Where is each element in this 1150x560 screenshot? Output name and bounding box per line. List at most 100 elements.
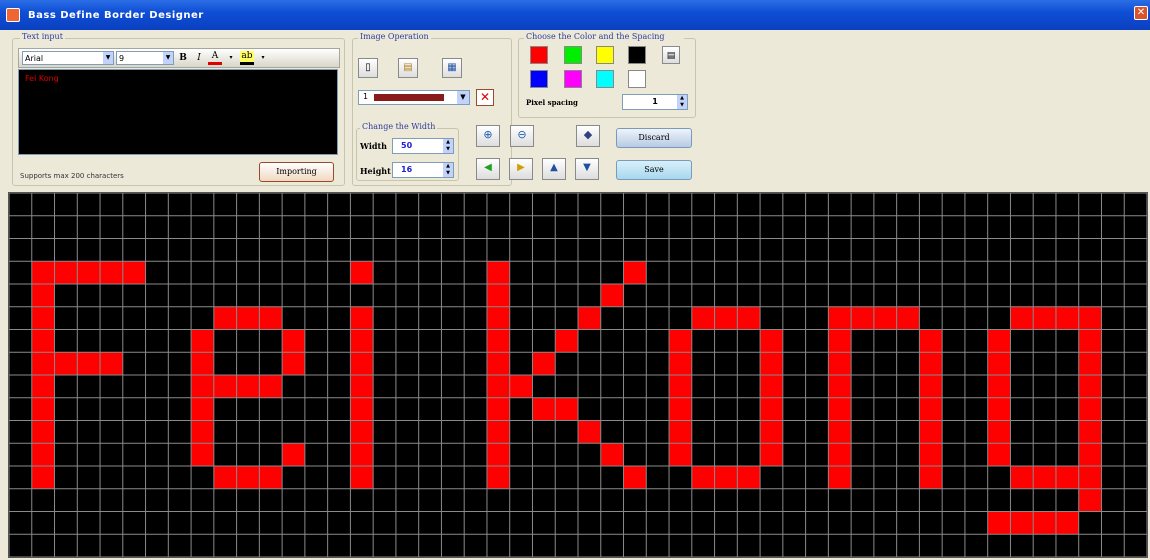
led-pixel-on[interactable] <box>191 329 214 353</box>
led-pixel-on[interactable] <box>828 443 852 466</box>
led-pixel-on[interactable] <box>578 306 601 330</box>
led-pixel-on[interactable] <box>714 466 738 489</box>
led-pixel-on[interactable] <box>350 397 374 421</box>
led-pixel-on[interactable] <box>623 261 647 284</box>
italic-icon[interactable]: I <box>192 51 206 65</box>
led-pixel-on[interactable] <box>350 420 374 444</box>
text-input-area[interactable]: Fei Kong <box>18 69 338 155</box>
bold-icon[interactable]: B <box>176 51 190 65</box>
led-pixel-on[interactable] <box>54 352 78 375</box>
led-pixel-on[interactable] <box>1033 306 1056 330</box>
led-pixel-on[interactable] <box>919 329 943 353</box>
width-spinner[interactable]: 50 ▲ ▼ <box>392 138 454 154</box>
font-size-select[interactable]: 9 ▼ <box>116 51 174 65</box>
led-pixel-on[interactable] <box>1055 511 1079 535</box>
led-pixel-on[interactable] <box>919 466 943 489</box>
led-pixel-on[interactable] <box>350 306 374 330</box>
led-pixel-on[interactable] <box>1055 306 1079 330</box>
spinner-arrows-icon[interactable]: ▲ ▼ <box>443 163 453 177</box>
led-pixel-on[interactable] <box>282 443 305 466</box>
led-pixel-on[interactable] <box>1078 443 1102 466</box>
led-pixel-on[interactable] <box>669 420 692 444</box>
led-pixel-on[interactable] <box>1010 306 1034 330</box>
led-pixel-on[interactable] <box>213 306 237 330</box>
led-pixel-on[interactable] <box>760 443 783 466</box>
led-pixel-on[interactable] <box>486 352 510 375</box>
arrow-down-icon[interactable]: ▼ <box>575 158 599 180</box>
led-pixel-on[interactable] <box>1033 466 1056 489</box>
led-pixel-on[interactable] <box>760 329 783 353</box>
led-pixel-on[interactable] <box>760 420 783 444</box>
height-spinner[interactable]: 16 ▲ ▼ <box>392 162 454 178</box>
spinner-arrows-icon[interactable]: ▲ ▼ <box>443 139 453 153</box>
delete-image-icon[interactable]: ✕ <box>476 89 494 106</box>
image-select[interactable]: 1 ▼ <box>358 90 470 105</box>
pixel-spacing-spinner[interactable]: 1 ▲ ▼ <box>622 94 688 110</box>
led-pixel-on[interactable] <box>1078 352 1102 375</box>
arrow-left-icon[interactable]: ◀ <box>476 158 500 180</box>
color-swatch-magenta[interactable] <box>564 70 582 88</box>
led-pixel-on[interactable] <box>669 443 692 466</box>
led-pixel-on[interactable] <box>31 466 55 489</box>
led-pixel-on[interactable] <box>486 397 510 421</box>
led-pixel-on[interactable] <box>31 261 55 284</box>
led-pixel-on[interactable] <box>669 375 692 398</box>
led-pixel-on[interactable] <box>191 352 214 375</box>
font-select[interactable]: Arial ▼ <box>22 51 114 65</box>
led-pixel-on[interactable] <box>282 352 305 375</box>
led-pixel-on[interactable] <box>691 466 715 489</box>
led-pixel-on[interactable] <box>600 284 624 307</box>
led-pixel-on[interactable] <box>259 306 283 330</box>
led-pixel-on[interactable] <box>77 261 101 284</box>
led-pixel-on[interactable] <box>919 420 943 444</box>
led-pixel-on[interactable] <box>873 306 897 330</box>
led-pixel-on[interactable] <box>100 261 123 284</box>
led-pixel-on[interactable] <box>350 261 374 284</box>
led-pixel-on[interactable] <box>213 466 237 489</box>
clear-eraser-icon[interactable]: ◆ <box>576 125 600 147</box>
color-swatch-green[interactable] <box>564 46 582 64</box>
led-pixel-on[interactable] <box>31 397 55 421</box>
led-pixel-on[interactable] <box>987 511 1011 535</box>
color-swatch-black[interactable] <box>628 46 646 64</box>
led-pixel-on[interactable] <box>282 329 305 353</box>
led-pixel-on[interactable] <box>1078 488 1102 512</box>
led-pixel-on[interactable] <box>191 375 214 398</box>
led-pixel-on[interactable] <box>236 375 260 398</box>
led-pixel-on[interactable] <box>987 329 1011 353</box>
led-pixel-on[interactable] <box>987 420 1011 444</box>
spinner-arrows-icon[interactable]: ▲ ▼ <box>677 95 687 109</box>
arrow-up-icon[interactable]: ▲ <box>542 158 566 180</box>
led-pixel-on[interactable] <box>669 352 692 375</box>
led-pixel-on[interactable] <box>122 261 146 284</box>
led-pixel-on[interactable] <box>532 397 556 421</box>
save-button[interactable]: Save <box>616 160 692 180</box>
led-pixel-on[interactable] <box>691 306 715 330</box>
led-pixel-on[interactable] <box>213 375 237 398</box>
led-pixel-on[interactable] <box>1078 329 1102 353</box>
close-button[interactable]: ✕ <box>1134 6 1148 20</box>
led-pixel-on[interactable] <box>509 375 533 398</box>
led-pixel-on[interactable] <box>851 306 874 330</box>
led-pixel-on[interactable] <box>828 329 852 353</box>
led-pixel-on[interactable] <box>987 375 1011 398</box>
led-pixel-on[interactable] <box>669 397 692 421</box>
led-pixel-on[interactable] <box>919 352 943 375</box>
led-pixel-on[interactable] <box>600 443 624 466</box>
arrow-right-icon[interactable]: ▶ <box>509 158 533 180</box>
led-pixel-on[interactable] <box>486 466 510 489</box>
led-pixel-on[interactable] <box>486 443 510 466</box>
led-pixel-on[interactable] <box>486 329 510 353</box>
led-pixel-on[interactable] <box>578 420 601 444</box>
led-pixel-on[interactable] <box>555 329 578 353</box>
led-pixel-on[interactable] <box>919 375 943 398</box>
dropdown-arrow-icon[interactable]: ▾ <box>256 51 270 65</box>
led-pixel-on[interactable] <box>1078 306 1102 330</box>
led-pixel-on[interactable] <box>350 375 374 398</box>
led-pixel-on[interactable] <box>828 352 852 375</box>
led-pixel-on[interactable] <box>828 397 852 421</box>
led-pixel-on[interactable] <box>1078 420 1102 444</box>
led-pixel-on[interactable] <box>350 329 374 353</box>
led-pixel-on[interactable] <box>1078 397 1102 421</box>
led-pixel-on[interactable] <box>1010 511 1034 535</box>
